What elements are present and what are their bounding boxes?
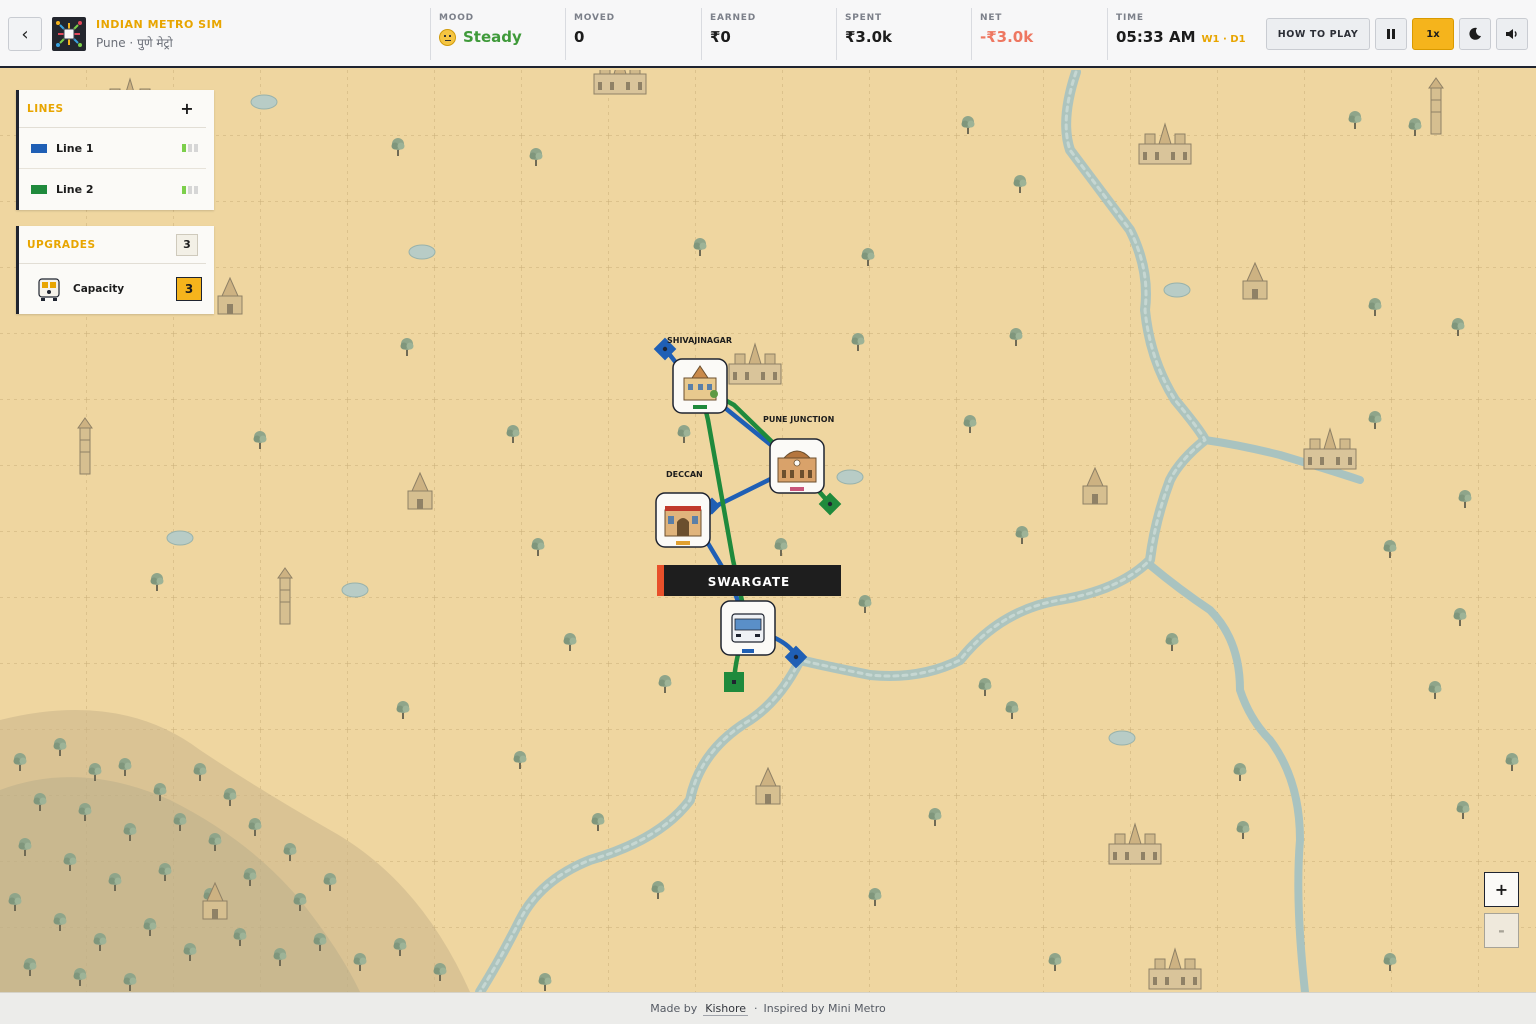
- upgrades-panel-header: UPGRADES 3: [19, 226, 206, 264]
- city-name: Pune · पुणे मेट्रो: [96, 36, 173, 50]
- earned-value: ₹0: [710, 28, 731, 46]
- stat-earned: EARNED ₹0: [701, 8, 835, 60]
- neutral-face-icon: [439, 28, 456, 46]
- line-2-name: Line 2: [56, 183, 94, 196]
- time-value: 05:33 AM W1 · D1: [1116, 28, 1257, 46]
- spent-value: ₹3.0k: [845, 28, 892, 46]
- upgrade-capacity-name: Capacity: [73, 283, 125, 295]
- spent-label: SPENT: [845, 13, 882, 23]
- lines-panel-header: LINES +: [19, 90, 206, 128]
- mood-label: MOOD: [439, 13, 474, 23]
- theme-toggle-button[interactable]: [1459, 18, 1491, 50]
- mood-value: Steady: [439, 28, 564, 46]
- footer-made-by: Made by: [650, 1002, 698, 1015]
- train-car-icon: [38, 278, 60, 301]
- game-map[interactable]: SHIVAJINAGAR PUNE JUNCTION DECCAN SWARGA…: [0, 70, 1536, 992]
- back-button[interactable]: ‹: [8, 17, 42, 51]
- add-line-button[interactable]: +: [176, 99, 198, 118]
- station-swargate[interactable]: [720, 600, 776, 656]
- footer: Made by Kishore · Inspired by Mini Metro: [0, 992, 1536, 1024]
- lines-panel: LINES + Line 1 Line 2: [16, 90, 214, 210]
- stat-moved: MOVED 0: [565, 8, 700, 60]
- line-item-2[interactable]: Line 2: [19, 169, 206, 210]
- upgrade-capacity-cost[interactable]: 3: [176, 277, 202, 301]
- pause-button[interactable]: [1375, 18, 1407, 50]
- top-hud: ‹ INDIAN METRO SIM Pune · पुणे मेट्रो MO…: [0, 0, 1536, 68]
- upgrade-item-capacity[interactable]: Capacity 3: [19, 264, 214, 314]
- line-2-capacity-indicator: [182, 185, 198, 194]
- net-value: -₹3.0k: [980, 28, 1034, 46]
- earned-label: EARNED: [710, 13, 756, 23]
- lines-panel-title: LINES: [27, 102, 64, 115]
- chevron-left-icon: ‹: [21, 23, 29, 45]
- upgrades-panel-title: UPGRADES: [27, 238, 96, 251]
- zoom-in-button[interactable]: +: [1484, 872, 1519, 907]
- stat-time: TIME 05:33 AM W1 · D1: [1107, 8, 1257, 60]
- footer-separator: ·: [754, 1002, 758, 1015]
- clock-time: 05:33 AM: [1116, 28, 1196, 46]
- metro-network-logo-icon: [56, 21, 82, 47]
- speed-button[interactable]: 1x: [1412, 18, 1454, 50]
- line-1-capacity-indicator: [182, 144, 198, 152]
- app-logo: [52, 17, 86, 51]
- line-1-name: Line 1: [56, 141, 94, 155]
- net-label: NET: [980, 13, 1003, 23]
- stat-net: NET -₹3.0k: [971, 8, 1105, 60]
- moved-label: MOVED: [574, 13, 615, 23]
- line-item-1[interactable]: Line 1: [19, 128, 206, 169]
- moved-value: 0: [574, 28, 585, 46]
- pause-icon: [1387, 29, 1395, 39]
- upgrades-count-badge: 3: [176, 233, 198, 256]
- selected-station-name: SWARGATE: [708, 575, 790, 589]
- footer-inspired-by: Inspired by Mini Metro: [763, 1002, 886, 1015]
- station-label-pune-junction: PUNE JUNCTION: [763, 415, 834, 424]
- sound-toggle-button[interactable]: [1496, 18, 1528, 50]
- stat-mood: MOOD Steady: [430, 8, 564, 60]
- how-to-play-button[interactable]: HOW TO PLAY: [1266, 18, 1370, 50]
- footer-author-link[interactable]: Kishore: [703, 1002, 749, 1016]
- line-2-color-swatch: [31, 185, 47, 194]
- app-title: INDIAN METRO SIM: [96, 18, 223, 31]
- map-canvas[interactable]: SHIVAJINAGAR PUNE JUNCTION DECCAN SWARGA…: [0, 70, 1536, 992]
- line-1-color-swatch: [31, 143, 47, 153]
- stat-spent: SPENT ₹3.0k: [836, 8, 970, 60]
- mood-text: Steady: [463, 28, 522, 46]
- station-label-shivajinagar: SHIVAJINAGAR: [667, 336, 732, 345]
- week-day: W1 · D1: [1201, 34, 1246, 45]
- zoom-out-button[interactable]: -: [1484, 913, 1519, 948]
- time-label: TIME: [1116, 13, 1144, 23]
- upgrades-panel: UPGRADES 3 Capacity 3: [16, 226, 214, 314]
- station-label-deccan: DECCAN: [666, 470, 703, 479]
- moon-icon: [1469, 27, 1481, 40]
- speaker-icon: [1506, 29, 1517, 39]
- selected-station-tooltip: SWARGATE: [657, 565, 841, 596]
